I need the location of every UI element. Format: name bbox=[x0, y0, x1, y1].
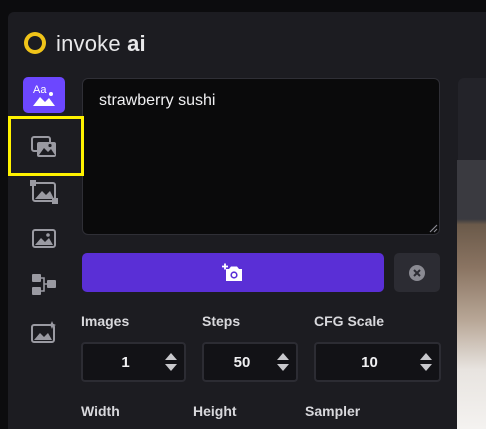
width-label: Width bbox=[81, 403, 120, 419]
cancel-icon bbox=[409, 264, 425, 281]
steps-label: Steps bbox=[202, 313, 241, 329]
increment-icon[interactable] bbox=[165, 353, 177, 360]
inpaint-icon bbox=[32, 229, 56, 248]
app-window: invoke ai Aa strawberry sushi Images Ste… bbox=[8, 12, 486, 429]
invoke-logo-icon bbox=[24, 32, 46, 54]
tab-nodes[interactable] bbox=[23, 266, 65, 302]
text-to-image-icon: Aa bbox=[33, 84, 55, 106]
cfg-scale-label: CFG Scale bbox=[314, 313, 385, 329]
decrement-icon[interactable] bbox=[165, 364, 177, 371]
brand-name: invoke bbox=[56, 31, 121, 56]
sampler-label: Sampler bbox=[305, 403, 361, 419]
increment-icon[interactable] bbox=[420, 353, 432, 360]
brand-suffix: ai bbox=[127, 31, 146, 56]
cfg-scale-stepper-arrows[interactable] bbox=[413, 353, 439, 371]
tab-inpainting[interactable] bbox=[23, 220, 65, 256]
cfg-scale-value[interactable]: 10 bbox=[316, 354, 413, 371]
decrement-icon[interactable] bbox=[277, 364, 289, 371]
images-value[interactable]: 1 bbox=[83, 354, 158, 371]
steps-value[interactable]: 50 bbox=[204, 354, 270, 371]
tab-unified-canvas[interactable] bbox=[23, 174, 65, 210]
image-to-image-icon bbox=[31, 136, 56, 157]
svg-text:Aa: Aa bbox=[33, 84, 47, 96]
app-title: invoke ai bbox=[56, 31, 146, 57]
invoke-button[interactable] bbox=[82, 253, 384, 292]
preview-image bbox=[457, 160, 486, 429]
images-stepper-arrows[interactable] bbox=[158, 353, 184, 371]
camera-plus-icon bbox=[222, 263, 242, 281]
cfg-scale-stepper[interactable]: 10 bbox=[314, 342, 441, 382]
cancel-button[interactable] bbox=[394, 253, 440, 292]
resize-grip-icon[interactable] bbox=[428, 223, 438, 233]
tab-text-to-image[interactable]: Aa bbox=[23, 77, 65, 113]
canvas-icon bbox=[30, 180, 58, 204]
increment-icon[interactable] bbox=[277, 353, 289, 360]
postprocess-icon bbox=[31, 321, 56, 343]
images-stepper[interactable]: 1 bbox=[81, 342, 186, 382]
nodes-icon bbox=[32, 274, 56, 295]
images-label: Images bbox=[81, 313, 130, 329]
tab-postprocessing[interactable] bbox=[23, 314, 65, 350]
prompt-input[interactable]: strawberry sushi bbox=[82, 78, 440, 235]
tab-image-to-image[interactable] bbox=[23, 129, 65, 165]
steps-stepper[interactable]: 50 bbox=[202, 342, 298, 382]
height-label: Height bbox=[193, 403, 237, 419]
steps-stepper-arrows[interactable] bbox=[270, 353, 296, 371]
decrement-icon[interactable] bbox=[420, 364, 432, 371]
